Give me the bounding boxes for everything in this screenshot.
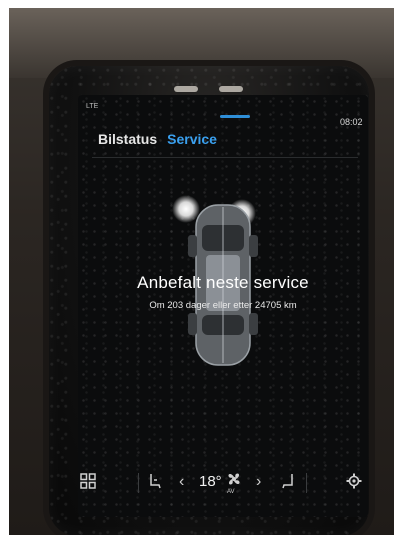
divider (138, 473, 139, 493)
seat-heat-icon[interactable] (281, 473, 295, 492)
climate-bar: ‹ 18° AV › (78, 467, 368, 517)
tab-bar: Bilstatus Service (98, 131, 217, 151)
divider (306, 473, 307, 493)
signal-indicator: LTE (86, 103, 99, 110)
temperature-value: 18° (199, 473, 222, 490)
reflection-light (174, 86, 198, 92)
status-bar: LTE 08:02 (78, 95, 368, 127)
top-pull-down-handle[interactable] (220, 115, 250, 118)
clock: 08:02 (340, 117, 363, 127)
gear-icon[interactable] (346, 473, 362, 492)
temperature-up-button[interactable]: › (256, 473, 261, 491)
fan-label: AV (227, 489, 235, 495)
seat-icon[interactable] (148, 473, 162, 492)
service-title: Anbefalt neste service (137, 273, 309, 292)
reflection-light (219, 86, 243, 92)
tab-service[interactable]: Service (167, 131, 217, 151)
temperature-down-button[interactable]: ‹ (179, 473, 184, 491)
tab-divider (92, 157, 358, 158)
fan-icon[interactable] (226, 471, 242, 490)
service-subtitle: Om 203 dager eller etter 24705 km (149, 300, 297, 311)
grid-icon[interactable] (80, 473, 96, 492)
tab-bilstatus[interactable]: Bilstatus (98, 131, 157, 151)
infotainment-screen: LTE 08:02 Bilstatus Service Anbefalt nes… (78, 95, 368, 517)
